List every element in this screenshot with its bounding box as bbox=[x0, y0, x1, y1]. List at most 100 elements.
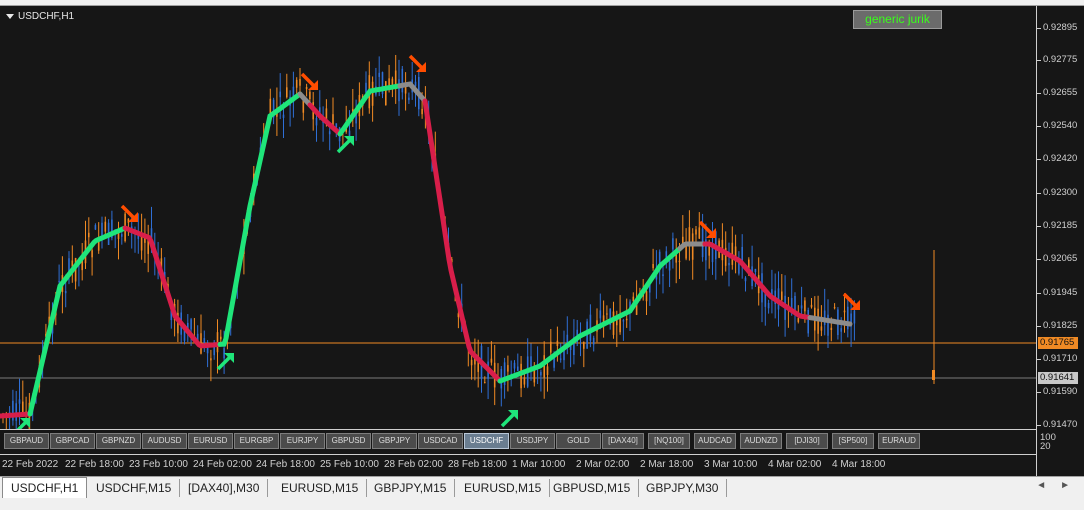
candle-body bbox=[127, 218, 130, 223]
candle-body bbox=[398, 79, 400, 102]
candle-body bbox=[58, 280, 60, 282]
candle-body bbox=[553, 357, 555, 368]
chart-title[interactable]: USDCHF,H1 bbox=[6, 11, 74, 22]
candle-body bbox=[190, 319, 192, 330]
symbol-button-eurusd[interactable]: EURUSD bbox=[188, 433, 233, 449]
time-axis-label: 24 Feb 18:00 bbox=[256, 459, 315, 470]
symbol-button-gbpcad[interactable]: GBPCAD bbox=[50, 433, 95, 449]
indicator-label-button[interactable]: generic jurik bbox=[853, 10, 942, 29]
candle-body bbox=[559, 358, 562, 360]
time-axis-label: 4 Mar 02:00 bbox=[768, 459, 822, 470]
chart-tab[interactable]: USDCHF,M15 bbox=[88, 479, 181, 497]
symbol-button-gbpusd[interactable]: GBPUSD bbox=[326, 433, 371, 449]
chart-tab[interactable]: GBPJPY,M30 bbox=[638, 479, 728, 497]
candle-body bbox=[662, 274, 664, 277]
price-plot[interactable]: USDCHF,H1 generic jurik bbox=[0, 6, 1036, 476]
time-axis-label: 22 Feb 2022 bbox=[2, 459, 59, 470]
candle-body bbox=[827, 314, 829, 336]
dropdown-triangle-icon[interactable] bbox=[6, 13, 14, 19]
candle-body bbox=[91, 250, 93, 258]
candle-body bbox=[104, 221, 107, 232]
candle-body bbox=[22, 401, 24, 413]
candle-body bbox=[286, 87, 288, 98]
sell-arrow-icon bbox=[300, 72, 318, 90]
jurik-segment-down bbox=[0, 411, 33, 419]
symbol-button-euraud[interactable]: EURAUD bbox=[878, 433, 920, 449]
symbol-button-sp500[interactable]: [SP500] bbox=[832, 433, 874, 449]
symbol-button-dax40[interactable]: [DAX40] bbox=[602, 433, 644, 449]
candle-body bbox=[797, 318, 800, 322]
price-axis-tick bbox=[1037, 425, 1041, 426]
chart-tab[interactable]: GBPJPY,M15 bbox=[366, 479, 456, 497]
tab-scroll-left-icon[interactable]: ◄ bbox=[1036, 480, 1046, 491]
price-axis-tick bbox=[1037, 159, 1041, 160]
price-axis-tick bbox=[1037, 28, 1041, 29]
candle-body bbox=[691, 233, 694, 260]
time-axis-label: 2 Mar 18:00 bbox=[640, 459, 694, 470]
last-price-text: 0.91641 bbox=[1040, 372, 1075, 383]
price-axis-label: 0.92420 bbox=[1043, 153, 1078, 164]
time-axis-label: 24 Feb 02:00 bbox=[193, 459, 252, 470]
candle-body bbox=[612, 311, 615, 335]
price-axis-tick bbox=[1037, 359, 1041, 360]
jurik-segment-down bbox=[122, 225, 222, 349]
candle-body bbox=[645, 291, 648, 302]
candle-body bbox=[315, 117, 318, 126]
candle-body bbox=[658, 251, 661, 265]
chart-window[interactable]: USDCHF,H1 generic jurik GBPAUD GBPCAD GBPN… bbox=[0, 6, 1084, 476]
chart-tab-bar: ◄ ► USDCHF,H1 USDCHF,M15 [DAX40],M30 EURUSD,… bbox=[0, 476, 1084, 510]
price-axis-tick bbox=[1037, 226, 1041, 227]
symbol-button-eurjpy[interactable]: EURJPY bbox=[280, 433, 325, 449]
chart-tab[interactable]: USDCHF,H1 bbox=[2, 477, 88, 498]
jurik-segment-up bbox=[217, 91, 303, 347]
symbol-button-eurgbp[interactable]: EURGBP bbox=[234, 433, 279, 449]
symbol-button-usdcad[interactable]: USDCAD bbox=[418, 433, 463, 449]
candle-body bbox=[220, 336, 222, 340]
candle-body bbox=[820, 326, 823, 331]
jurik-segment-down bbox=[422, 98, 502, 383]
candle-body bbox=[781, 291, 783, 300]
symbol-button-audusd[interactable]: AUDUSD bbox=[142, 433, 187, 449]
price-axis-tick bbox=[1037, 259, 1041, 260]
chart-tab[interactable]: [DAX40],M30 bbox=[180, 479, 269, 497]
last-price-tag: 0.91641 bbox=[1038, 372, 1078, 384]
price-axis[interactable]: 0.91765 0.91641 0.92895 0.92775 0.92655 0.9… bbox=[1036, 6, 1084, 476]
symbol-button-gbpaud[interactable]: GBPAUD bbox=[4, 433, 49, 449]
symbol-button-audcad[interactable]: AUDCAD bbox=[694, 433, 736, 449]
bid-price-text: 0.91765 bbox=[1040, 337, 1075, 348]
jurik-line-group bbox=[0, 81, 853, 419]
candle-body bbox=[513, 362, 516, 369]
chart-tab[interactable]: EURUSD,M15 bbox=[456, 479, 551, 497]
candle-body bbox=[305, 87, 308, 90]
time-axis[interactable]: 22 Feb 2022 22 Feb 18:00 23 Feb 10:00 24 Fe… bbox=[0, 454, 1036, 477]
symbol-button-dji30[interactable]: [DJI30] bbox=[786, 433, 828, 449]
candle-body bbox=[517, 366, 519, 371]
buy-arrow-icon bbox=[216, 353, 234, 371]
chart-tab[interactable]: GBPUSD,M15 bbox=[545, 479, 640, 497]
time-axis-label: 2 Mar 02:00 bbox=[576, 459, 630, 470]
candle-body bbox=[695, 229, 697, 235]
subwindow-separator[interactable] bbox=[0, 429, 1036, 430]
symbol-button-nq100[interactable]: [NQ100] bbox=[648, 433, 690, 449]
candle-body bbox=[741, 246, 743, 261]
candle-body bbox=[592, 337, 595, 345]
symbol-button-usdchf[interactable]: USDCHF bbox=[464, 433, 509, 449]
candle-body bbox=[64, 290, 67, 294]
symbol-button-gold[interactable]: GOLD bbox=[556, 433, 601, 449]
symbol-button-gbpjpy[interactable]: GBPJPY bbox=[372, 433, 417, 449]
candle-body bbox=[625, 318, 628, 321]
chart-tab[interactable]: EURUSD,M15 bbox=[273, 479, 368, 497]
candle-body bbox=[583, 342, 585, 349]
candle-body bbox=[490, 358, 493, 363]
candle-body bbox=[606, 313, 608, 315]
candle-body bbox=[754, 268, 757, 273]
symbol-button-audnzd[interactable]: AUDNZD bbox=[740, 433, 782, 449]
symbol-button-usdjpy[interactable]: USDJPY bbox=[510, 433, 555, 449]
candle-body bbox=[840, 328, 842, 332]
candle-body bbox=[853, 310, 856, 324]
tab-scroll-right-icon[interactable]: ► bbox=[1060, 480, 1070, 491]
price-axis-label: 0.92540 bbox=[1043, 120, 1078, 131]
candle-body bbox=[800, 305, 803, 309]
symbol-button-gbpnzd[interactable]: GBPNZD bbox=[96, 433, 141, 449]
candle-body bbox=[295, 79, 298, 88]
